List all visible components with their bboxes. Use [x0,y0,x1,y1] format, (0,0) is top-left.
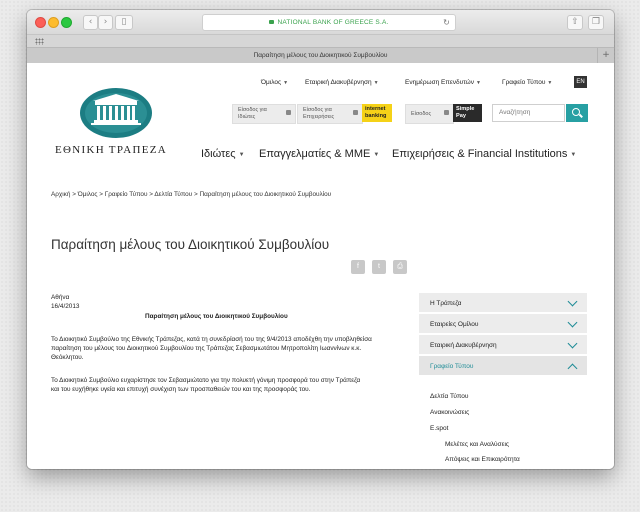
chevron-down-icon: ▼ [283,80,289,86]
breadcrumb[interactable]: Αρχική > Όμιλος > Γραφείο Τύπου > Δελτία… [51,191,331,198]
article-paragraph-line: Το Διοικητικό Συμβούλιο ευχαρίστησε τον … [51,377,361,384]
topnav-label: Εταιρική Διακυβέρνηση [305,79,372,86]
login-label: Είσοδος για Ιδιώτες [238,107,267,120]
minimize-window-button[interactable] [48,17,59,28]
padlock-icon [286,110,291,115]
submenu-item-press-releases[interactable]: Δελτία Τύπου [430,393,468,400]
article-paragraph-line: παραίτηση του μέλους του Διοικητικού Συμ… [51,345,362,352]
submenu-item-espot[interactable]: E.spot [430,425,448,432]
chevron-up-icon [567,363,578,374]
mainnav-professionals[interactable]: Επαγγελματίες & ΜΜΕ ▼ [259,148,379,160]
sidebar-item-label: Εταιρείες Ομίλου [430,321,479,328]
mainnav-label: Ιδιώτες [201,148,236,160]
login-label: Είσοδος για Επιχειρήσεις [303,107,335,120]
back-button[interactable]: ‹ [83,15,98,30]
print-icon[interactable]: ⎙ [393,260,407,274]
facebook-share-icon[interactable]: f [351,260,365,274]
tab-bar: Παραίτηση μέλους του Διοικητικού Συμβουλ… [27,47,614,64]
chevron-down-icon [567,317,578,328]
chevron-down-icon: ▼ [373,80,379,86]
sidebar-item-group-companies[interactable]: Εταιρείες Ομίλου [419,314,587,335]
topnav-label: Όμιλος [261,79,282,86]
lock-icon [269,20,275,24]
share-icon[interactable]: ⇧ [567,15,583,30]
article-place: Αθήνα [51,294,70,301]
reload-icon[interactable]: ↻ [443,15,450,30]
sidebar-item-label: Γραφείο Τύπου [430,363,474,370]
logo-wordmark[interactable]: ΕΘΝΙΚΗ ΤΡΑΠΕΖΑ [55,144,167,156]
address-text: NATIONAL BANK OF GREECE S.A. [277,19,389,26]
submenu-item-announcements[interactable]: Ανακοινώσεις [430,409,469,416]
chevron-down-icon: ▼ [547,80,553,86]
chevron-down-icon: ▼ [570,152,577,158]
mainnav-individuals[interactable]: Ιδιώτες ▼ [201,148,245,160]
sidebar-item-label: Εταιρική Διακυβέρνηση [430,342,497,349]
twitter-share-icon[interactable]: t [372,260,386,274]
topnav-label: Γραφείο Τύπου [502,79,546,86]
nbg-logo-icon[interactable] [79,87,153,139]
topnav-label: Ενημέρωση Επενδυτών [405,79,474,86]
login-business-button[interactable]: Είσοδος για Επιχειρήσεις [297,104,363,124]
padlock-icon [444,110,449,115]
sidebar-item-bank[interactable]: Η Τράπεζα [419,293,587,314]
internet-banking-badge[interactable]: internet banking [362,104,392,122]
topnav-press[interactable]: Γραφείο Τύπου ▼ [502,79,552,86]
article-date: 16/4/2013 [51,303,80,310]
browser-window: ‹ › ▯ NATIONAL BANK OF GREECE S.A. ↻ ⇧ ❐… [27,10,614,469]
sidebar-item-press-office[interactable]: Γραφείο Τύπου [419,356,587,377]
topnav-group[interactable]: Όμιλος ▼ [261,79,288,86]
article-paragraph-line: Θεόκλητου. [51,354,84,361]
address-bar[interactable]: NATIONAL BANK OF GREECE S.A. ↻ [202,14,456,31]
submenu-item-studies[interactable]: Μελέτες και Αναλύσεις [445,441,509,448]
simple-pay-badge[interactable]: Simple Pay [453,104,482,122]
article-paragraph-line: Το Διοικητικό Συμβούλιο της Εθνικής Τράπ… [51,336,372,343]
search-input[interactable]: Αναζήτηση [492,104,565,122]
chevron-down-icon: ▼ [238,152,245,158]
top-sites-grid-icon[interactable] [35,38,44,45]
topnav-investors[interactable]: Ενημέρωση Επενδυτών ▼ [405,79,481,86]
chevron-down-icon: ▼ [476,80,481,86]
login-simplepay-button[interactable]: Είσοδος [405,104,454,124]
article-paragraph-line: και του ευχήθηκε υγεία και επιτυχή συνέχ… [51,386,311,393]
mainnav-label: Επαγγελματίες & ΜΜΕ [259,148,371,160]
sidebar-item-governance[interactable]: Εταιρική Διακυβέρνηση [419,335,587,356]
active-tab[interactable]: Παραίτηση μέλους του Διοικητικού Συμβουλ… [254,52,388,59]
chevron-down-icon [567,296,578,307]
submenu-item-opinions[interactable]: Απόψεις και Επικαιρότητα [445,456,520,463]
sidebar-item-label: Η Τράπεζα [430,300,462,307]
chevron-down-icon: ▼ [373,152,380,158]
padlock-icon [353,110,358,115]
tabs-overview-icon[interactable]: ❐ [588,15,604,30]
bookmarks-bar [27,34,614,48]
sidebar-menu: Η Τράπεζα Εταιρείες Ομίλου Εταιρική Διακ… [419,293,587,377]
login-label: Είσοδος [411,111,432,117]
close-window-button[interactable] [35,17,46,28]
chevron-down-icon [567,338,578,349]
zoom-window-button[interactable] [61,17,72,28]
forward-button[interactable]: › [98,15,113,30]
topnav-governance[interactable]: Εταιρική Διακυβέρνηση ▼ [305,79,379,86]
browser-toolbar: ‹ › ▯ NATIONAL BANK OF GREECE S.A. ↻ ⇧ ❐ [27,10,614,34]
login-individuals-button[interactable]: Είσοδος για Ιδιώτες [232,104,296,124]
language-switch[interactable]: EN [574,76,587,88]
mainnav-businesses[interactable]: Επιχειρήσεις & Financial Institutions ▼ [392,148,576,160]
page-title: Παραίτηση μέλους του Διοικητικού Συμβουλ… [51,237,330,252]
sidebar-toggle-icon[interactable]: ▯ [115,15,133,30]
mainnav-label: Επιχειρήσεις & Financial Institutions [392,148,568,160]
article-heading: Παραίτηση μέλους του Διοικητικού Συμβουλ… [145,313,288,320]
search-button[interactable] [566,104,588,122]
new-tab-button[interactable]: + [597,48,614,63]
web-page: ΕΘΝΙΚΗ ΤΡΑΠΕΖΑ Όμιλος ▼ Εταιρική Διακυβέρ… [27,63,614,469]
